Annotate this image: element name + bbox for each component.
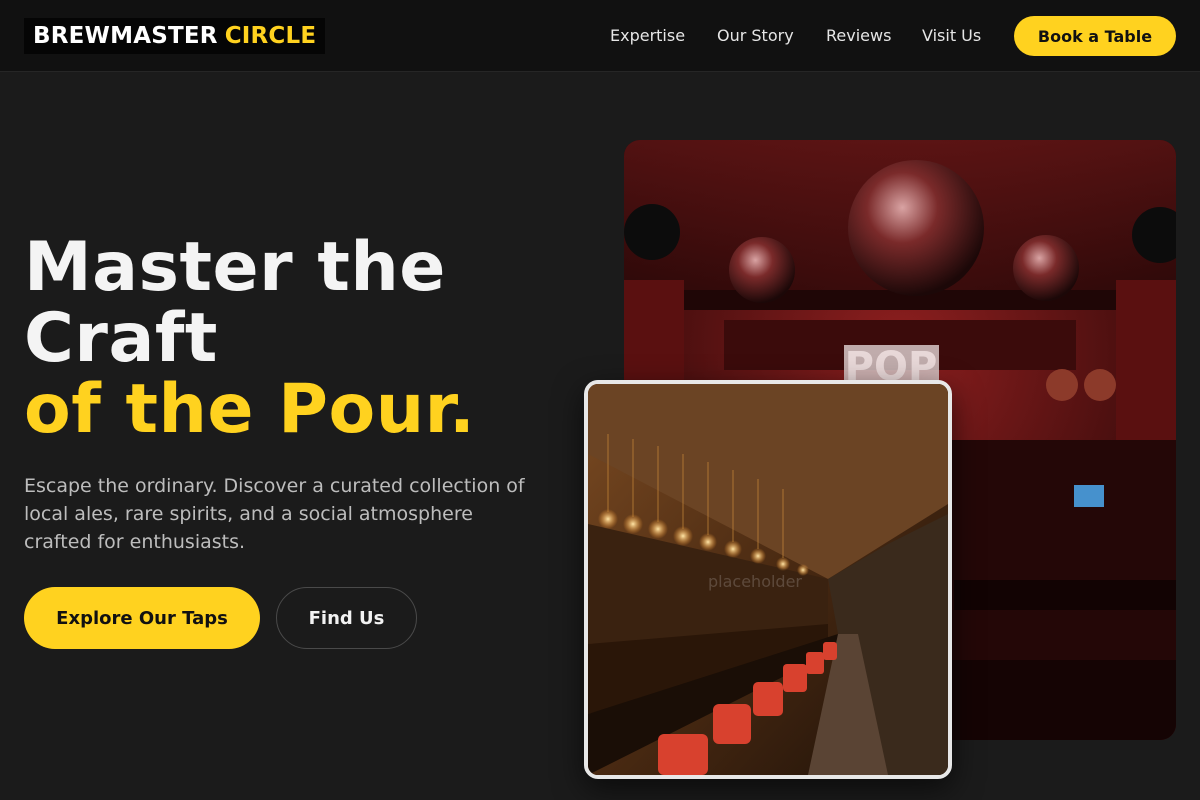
hero-title-accent-line: of the Pour. [24, 370, 476, 449]
nav-link-reviews[interactable]: Reviews [826, 24, 891, 48]
hero-title-line-2: Craft [24, 299, 218, 378]
hero-image-long-bar: placeholder [584, 380, 952, 779]
hero-title: Master the Craft of the Pour. [24, 232, 584, 445]
brand-name-primary: BREWMASTER [33, 23, 218, 49]
hero-subtitle: Escape the ordinary. Discover a curated … [24, 475, 525, 553]
brand-logo[interactable]: BREWMASTER CIRCLE [24, 18, 326, 54]
nav-link-our-story[interactable]: Our Story [717, 24, 794, 48]
nav-link-expertise[interactable]: Expertise [610, 24, 685, 48]
find-us-button[interactable]: Find Us [276, 587, 417, 649]
book-table-button[interactable]: Book a Table [1014, 16, 1176, 56]
image-placeholder-text: placeholder [708, 572, 802, 591]
nav-link-visit-us[interactable]: Visit Us [922, 24, 981, 48]
site-header: BREWMASTER CIRCLE Expertise Our Story Re… [0, 0, 1200, 72]
brand-name-accent: CIRCLE [224, 23, 317, 49]
explore-taps-button[interactable]: Explore Our Taps [24, 587, 260, 649]
hero-title-line-1: Master the [24, 228, 446, 307]
